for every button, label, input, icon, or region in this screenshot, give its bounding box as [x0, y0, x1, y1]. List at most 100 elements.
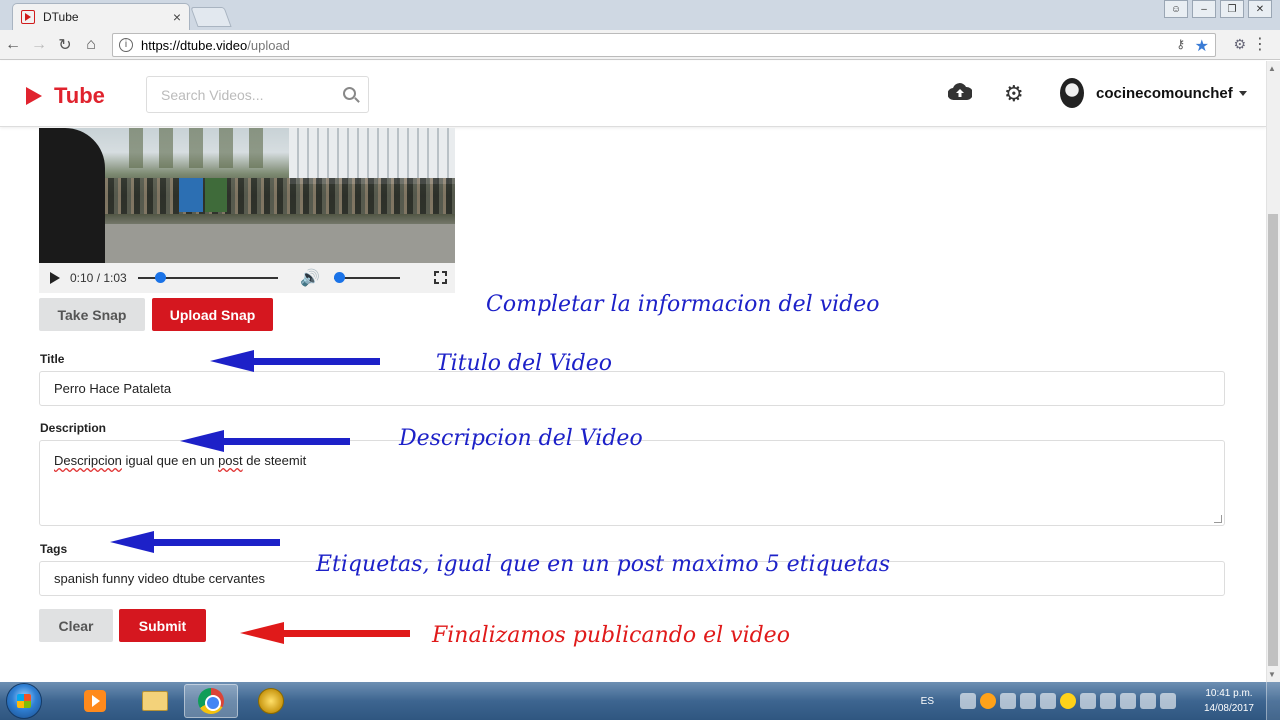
- language-indicator[interactable]: ES: [921, 696, 934, 707]
- scroll-up-icon[interactable]: ▲: [1268, 64, 1276, 73]
- folder-icon: [142, 691, 168, 711]
- play-logo-icon: [26, 87, 42, 105]
- play-icon[interactable]: [50, 272, 60, 284]
- tray-power-icon[interactable]: [1160, 693, 1176, 709]
- fullscreen-icon[interactable]: [434, 271, 447, 284]
- description-misspelled-word: Descripcion: [54, 453, 122, 468]
- home-icon[interactable]: ⌂: [78, 36, 104, 54]
- arrow-title-icon: [210, 350, 380, 372]
- restore-icon[interactable]: ❐: [1220, 0, 1244, 18]
- speaker-icon[interactable]: [960, 693, 976, 709]
- arrow-submit-icon: [240, 622, 410, 644]
- upload-snap-button[interactable]: Upload Snap: [152, 298, 273, 331]
- submit-button[interactable]: Submit: [119, 609, 206, 642]
- upload-cloud-icon[interactable]: [948, 83, 972, 101]
- minimize-icon[interactable]: –: [1192, 0, 1216, 18]
- clock-date: 14/08/2017: [1203, 703, 1254, 714]
- description-textarea[interactable]: Descripcion igual que en un post de stee…: [39, 440, 1225, 526]
- tray-sun-icon[interactable]: [1060, 693, 1076, 709]
- arrow-description-icon: [180, 430, 350, 452]
- arrow-tags-icon: [110, 531, 280, 553]
- title-label: Title: [40, 352, 65, 366]
- description-text-end: de steemit: [242, 453, 307, 468]
- volume-slider[interactable]: [333, 272, 400, 283]
- annotation-submit: Finalizamos publicando el video: [432, 623, 790, 648]
- username[interactable]: cocinecomounchef: [1096, 85, 1233, 102]
- start-button[interactable]: [6, 683, 42, 719]
- volume-handle[interactable]: [333, 272, 345, 283]
- key-icon[interactable]: ⚷: [1176, 37, 1185, 51]
- os-taskbar: ES 10:41 p.m. 14/08/2017: [0, 682, 1280, 720]
- volume-icon[interactable]: 🔊: [300, 268, 320, 288]
- tray-monitor-icon[interactable]: [1040, 693, 1056, 709]
- show-desktop-button[interactable]: [1266, 682, 1280, 720]
- site-info-icon[interactable]: i: [119, 38, 133, 52]
- app-icon: [258, 688, 284, 714]
- clock-time: 10:41 p.m.: [1205, 688, 1253, 699]
- annotation-title: Titulo del Video: [436, 351, 613, 376]
- video-controls: 0:10 / 1:03 🔊: [39, 263, 455, 293]
- annotation-description: Descripcion del Video: [399, 426, 643, 451]
- avatar[interactable]: [1060, 78, 1084, 108]
- search-input[interactable]: [147, 77, 327, 112]
- chevron-down-icon[interactable]: [1239, 91, 1247, 96]
- tags-label: Tags: [40, 542, 68, 556]
- back-arrow-icon[interactable]: ←: [0, 36, 26, 54]
- app-taskbar-button[interactable]: [244, 684, 298, 718]
- video-preview[interactable]: [39, 128, 455, 263]
- url-path: /upload: [247, 37, 290, 53]
- annotation-tags: Etiquetas, igual que en un post maximo 5…: [316, 552, 891, 577]
- search-box: [146, 76, 369, 113]
- tray-display-icon[interactable]: [1080, 693, 1096, 709]
- browser-tabbar: DTube × ☺ – ❐ ✕: [0, 0, 1280, 30]
- site-header: Tube ⚙ cocinecomounchef: [0, 61, 1266, 127]
- title-value: Perro Hace Pataleta: [54, 381, 172, 396]
- seek-handle[interactable]: [155, 272, 167, 283]
- scroll-down-icon[interactable]: ▼: [1268, 670, 1276, 679]
- video-time: 0:10 / 1:03: [70, 271, 127, 285]
- tray-usb-icon[interactable]: [1120, 693, 1136, 709]
- url-host: https://dtube.video: [141, 37, 248, 53]
- tray-flag-icon[interactable]: [1100, 693, 1116, 709]
- description-text: igual que en un: [121, 453, 219, 468]
- description-label: Description: [40, 421, 107, 435]
- search-icon[interactable]: [343, 87, 356, 100]
- close-window-icon[interactable]: ✕: [1248, 0, 1272, 18]
- explorer-taskbar-button[interactable]: [128, 684, 182, 718]
- logo-text: Tube: [54, 83, 105, 108]
- address-bar[interactable]: i https://dtube.video/upload ⚷ ★: [112, 33, 1216, 57]
- new-tab-button[interactable]: [190, 7, 232, 27]
- video-seek-slider[interactable]: [138, 272, 278, 283]
- tray-phone-icon[interactable]: [1140, 693, 1156, 709]
- chrome-icon: [198, 688, 224, 714]
- annotation-heading: Completar la informacion del video: [486, 292, 880, 317]
- extension-icon[interactable]: ⚙: [1233, 36, 1246, 53]
- media-player-icon: [84, 690, 106, 712]
- reload-icon[interactable]: ↻: [52, 35, 78, 55]
- tray-network-icon[interactable]: [1000, 693, 1016, 709]
- dtube-favicon-icon: [21, 10, 35, 24]
- take-snap-button[interactable]: Take Snap: [39, 298, 145, 331]
- forward-arrow-icon[interactable]: →: [26, 36, 52, 54]
- media-player-taskbar-button[interactable]: [68, 684, 122, 718]
- browser-tab-dtube[interactable]: DTube ×: [12, 3, 190, 30]
- taskbar-clock[interactable]: 10:41 p.m. 14/08/2017: [1204, 686, 1254, 716]
- bookmark-star-icon[interactable]: ★: [1195, 36, 1209, 56]
- user-icon[interactable]: ☺: [1164, 0, 1188, 18]
- dtube-logo[interactable]: Tube: [26, 83, 105, 109]
- tray-app-icon[interactable]: [980, 693, 996, 709]
- resize-handle-icon[interactable]: [1214, 515, 1222, 523]
- tab-title: DTube: [43, 10, 79, 24]
- settings-gear-icon[interactable]: ⚙: [1004, 81, 1024, 107]
- window-controls: ☺ – ❐ ✕: [1164, 0, 1272, 18]
- tray-shield-icon[interactable]: [1020, 693, 1036, 709]
- browser-menu-icon[interactable]: ⋮: [1252, 34, 1268, 54]
- close-tab-icon[interactable]: ×: [173, 9, 181, 25]
- chrome-taskbar-button[interactable]: [184, 684, 238, 718]
- browser-toolbar: ← → ↻ ⌂ i https://dtube.video/upload ⚷ ★: [0, 30, 1280, 60]
- clear-button[interactable]: Clear: [39, 609, 113, 642]
- description-misspelled-word: post: [218, 453, 243, 468]
- scrollbar-thumb[interactable]: [1268, 214, 1278, 666]
- tags-value: spanish funny video dtube cervantes: [54, 571, 266, 586]
- title-input[interactable]: Perro Hace Pataleta: [39, 371, 1225, 406]
